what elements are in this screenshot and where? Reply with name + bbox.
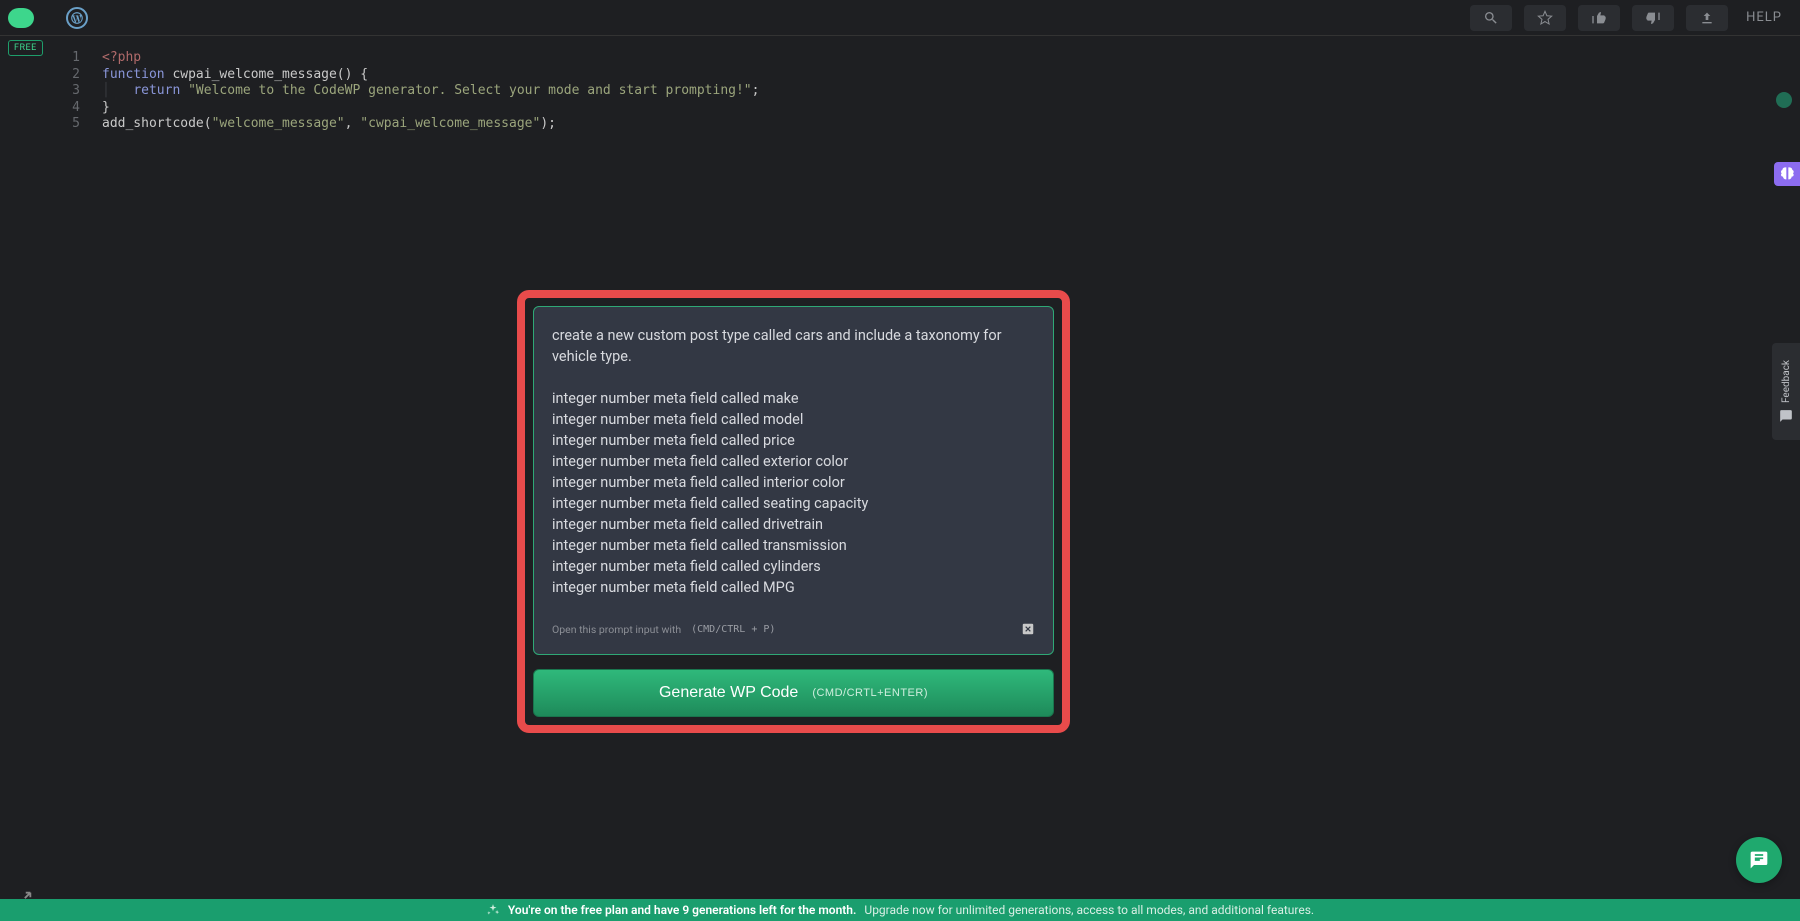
feedback-icon bbox=[1779, 409, 1793, 423]
thumbs-up-button[interactable] bbox=[1578, 5, 1620, 31]
banner-rest-text: Upgrade now for unlimited generations, a… bbox=[864, 903, 1314, 917]
plan-badge: FREE bbox=[8, 40, 43, 56]
line-gutter: 1 2 3 4 5 bbox=[50, 50, 90, 133]
prompt-panel-highlight: create a new custom post type called car… bbox=[517, 290, 1070, 733]
generate-button[interactable]: Generate WP Code (CMD/CRTL+ENTER) bbox=[533, 669, 1054, 717]
sparkle-icon bbox=[486, 903, 500, 917]
feedback-label: Feedback bbox=[1781, 360, 1792, 403]
banner-bold-text: You're on the free plan and have 9 gener… bbox=[508, 903, 857, 917]
prompt-hint: Open this prompt input with bbox=[552, 623, 681, 636]
chat-icon bbox=[1749, 850, 1769, 870]
prompt-box: create a new custom post type called car… bbox=[533, 306, 1054, 655]
prompt-hint-kbd: (CMD/CTRL + P) bbox=[691, 624, 775, 635]
star-button[interactable] bbox=[1524, 5, 1566, 31]
help-link[interactable]: HELP bbox=[1740, 10, 1788, 25]
ai-brain-tab[interactable] bbox=[1774, 162, 1800, 186]
presence-avatar bbox=[1776, 92, 1792, 108]
topbar: HELP bbox=[0, 0, 1800, 36]
chat-fab[interactable] bbox=[1736, 837, 1782, 883]
feedback-tab[interactable]: Feedback bbox=[1772, 343, 1800, 440]
close-icon[interactable] bbox=[1021, 622, 1035, 636]
code-content[interactable]: <?php function cwpai_welcome_message() {… bbox=[102, 50, 759, 133]
wordpress-icon[interactable] bbox=[66, 7, 88, 29]
app-logo[interactable] bbox=[8, 8, 34, 28]
search-button[interactable] bbox=[1470, 5, 1512, 31]
prompt-input[interactable]: create a new custom post type called car… bbox=[552, 325, 1035, 598]
thumbs-down-button[interactable] bbox=[1632, 5, 1674, 31]
download-button[interactable] bbox=[1686, 5, 1728, 31]
upgrade-banner[interactable]: You're on the free plan and have 9 gener… bbox=[0, 899, 1800, 921]
